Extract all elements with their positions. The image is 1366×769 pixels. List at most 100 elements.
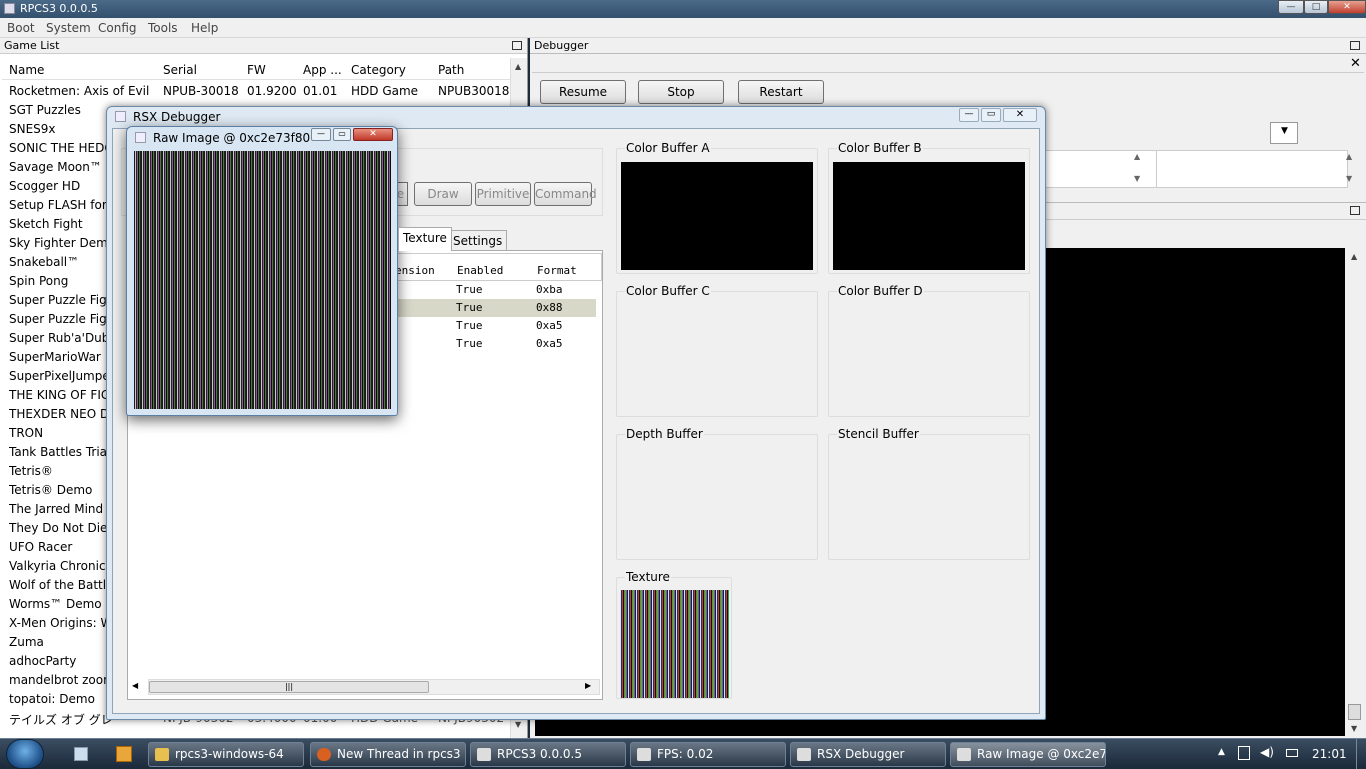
maximize-icon[interactable]: □: [1304, 0, 1328, 14]
column-fw[interactable]: FW: [247, 63, 266, 77]
list-item[interactable]: They Do Not Die 2: [9, 521, 113, 540]
texture-preview[interactable]: [620, 590, 729, 698]
close-icon[interactable]: ✕: [1328, 0, 1366, 14]
scroll-down-icon[interactable]: ▼: [1351, 724, 1357, 733]
menu-tools[interactable]: Tools: [148, 21, 178, 35]
list-item[interactable]: Wolf of the Battlefield: [9, 578, 113, 597]
list-item[interactable]: SuperPixelJumper: [9, 369, 113, 388]
list-item[interactable]: Savage Moon™: [9, 160, 113, 179]
scroll-up-icon[interactable]: ▲: [1134, 152, 1140, 161]
column-name[interactable]: Name: [9, 63, 44, 77]
scroll-right-icon[interactable]: ▶: [585, 681, 591, 690]
log-scrollbar[interactable]: ▲ ▼: [1346, 250, 1364, 736]
media-player-icon[interactable]: [116, 746, 132, 762]
list-item[interactable]: UFO Racer: [9, 540, 113, 559]
text-area[interactable]: [1156, 150, 1348, 188]
volume-icon[interactable]: ◀): [1260, 745, 1274, 759]
list-item[interactable]: Sketch Fight: [9, 217, 113, 236]
text-area[interactable]: [1040, 150, 1158, 188]
list-item[interactable]: Tetris® Demo: [9, 483, 113, 502]
stop-button[interactable]: Stop: [638, 80, 724, 104]
restart-button[interactable]: Restart: [738, 80, 824, 104]
color-buffer-b-view[interactable]: [833, 162, 1025, 270]
table-row[interactable]: True 0xa5: [450, 337, 590, 353]
network-icon[interactable]: [1286, 749, 1298, 757]
list-item[interactable]: Tetris®: [9, 464, 113, 483]
show-desktop-button[interactable]: [1356, 739, 1366, 769]
list-item[interactable]: The Jarred Mind 3: [9, 502, 113, 521]
column-app[interactable]: App ...: [303, 63, 342, 77]
resume-button[interactable]: Resume: [540, 80, 626, 104]
menu-boot[interactable]: Boot: [7, 21, 35, 35]
scroll-up-icon[interactable]: ▲: [515, 62, 521, 71]
list-item[interactable]: Zuma: [9, 635, 113, 654]
list-item[interactable]: Scogger HD: [9, 179, 113, 198]
scroll-thumb[interactable]: |||: [149, 681, 429, 693]
scroll-up-icon[interactable]: ▲: [1346, 152, 1352, 161]
list-item[interactable]: Snakeball™: [9, 255, 113, 274]
list-item[interactable]: Sky Fighter Demo: [9, 236, 113, 255]
list-item[interactable]: Tank Battles Trial Version: [9, 445, 113, 464]
dropdown[interactable]: ▼: [1270, 122, 1298, 144]
list-item[interactable]: Super Puzzle Fighter: [9, 293, 113, 312]
maximize-icon[interactable]: ▭: [981, 108, 1001, 122]
table-row[interactable]: Rocketmen: Axis of Evil NPUB-30018 01.92…: [9, 84, 509, 103]
minimize-icon[interactable]: —: [311, 128, 331, 141]
list-item[interactable]: Super Rub'a'Dub™: [9, 331, 113, 350]
primitive-button[interactable]: Primitive: [475, 182, 531, 206]
table-row[interactable]: True 0x88: [450, 301, 590, 317]
scroll-down-icon[interactable]: ▼: [1134, 174, 1140, 183]
list-item[interactable]: Worms™ Demo: [9, 597, 113, 616]
scroll-down-icon[interactable]: ▼: [515, 720, 521, 729]
tray-expand-icon[interactable]: ▲: [1218, 747, 1225, 757]
column-serial[interactable]: Serial: [163, 63, 197, 77]
taskbar-item-folder[interactable]: rpcs3-windows-64: [148, 742, 304, 767]
undock-icon[interactable]: [512, 41, 522, 50]
draw-button[interactable]: Draw: [414, 182, 472, 206]
column-category[interactable]: Category: [351, 63, 406, 77]
list-item[interactable]: Setup FLASH for OpenGL: [9, 198, 113, 217]
horizontal-scrollbar[interactable]: ||| ▶: [148, 679, 600, 695]
list-item[interactable]: SuperMarioWar: [9, 350, 113, 369]
taskbar-item-browser[interactable]: New Thread in rpcs3 ...: [310, 742, 466, 767]
start-button[interactable]: [6, 739, 44, 769]
close-icon[interactable]: ✕: [353, 128, 393, 141]
scroll-up-icon[interactable]: ▲: [1351, 252, 1357, 261]
list-item[interactable]: X-Men Origins: Wolverine: [9, 616, 113, 635]
tab-settings[interactable]: Settings: [448, 230, 508, 252]
list-item[interactable]: Spin Pong: [9, 274, 113, 293]
maximize-icon[interactable]: ▭: [333, 128, 351, 141]
show-desktop-icon[interactable]: [74, 747, 88, 761]
table-row[interactable]: True 0xba: [450, 283, 590, 299]
list-item[interactable]: Super Puzzle Fighter: [9, 312, 113, 331]
list-item[interactable]: SGT Puzzles: [9, 103, 103, 122]
list-item[interactable]: SONIC THE HEDGEHOG: [9, 141, 113, 160]
scroll-down-icon[interactable]: ▼: [1346, 174, 1352, 183]
column-path[interactable]: Path: [438, 63, 464, 77]
tab-texture[interactable]: Texture: [398, 227, 452, 251]
list-item[interactable]: Valkyria Chronicles: [9, 559, 113, 578]
taskbar-item-rsx-debugger[interactable]: RSX Debugger: [790, 742, 946, 767]
taskbar-item-rpcs3[interactable]: RPCS3 0.0.0.5: [470, 742, 626, 767]
color-buffer-a-view[interactable]: [621, 162, 813, 270]
scroll-thumb[interactable]: [1348, 704, 1361, 720]
list-item[interactable]: topatoi: Demo: [9, 692, 113, 711]
close-icon[interactable]: ✕: [1003, 108, 1037, 122]
list-item[interactable]: SNES9x: [9, 122, 103, 141]
menu-system[interactable]: System: [46, 21, 91, 35]
list-item[interactable]: adhocParty: [9, 654, 113, 673]
undock-icon[interactable]: [1350, 206, 1360, 215]
table-row[interactable]: True 0xa5: [450, 319, 590, 335]
scroll-left-icon[interactable]: ◀: [132, 681, 138, 690]
menu-config[interactable]: Config: [98, 21, 137, 35]
taskbar-item-raw-image[interactable]: Raw Image @ 0xc2e7...: [950, 742, 1106, 767]
list-item[interactable]: THE KING OF FIGHTERS: [9, 388, 113, 407]
raw-image-view[interactable]: [134, 151, 391, 409]
command-button[interactable]: Command: [534, 182, 597, 206]
taskbar-item-fps[interactable]: FPS: 0.02: [630, 742, 786, 767]
list-item[interactable]: mandelbrot zoom: [9, 673, 113, 692]
minimize-icon[interactable]: —: [1278, 0, 1304, 14]
list-item[interactable]: TRON: [9, 426, 113, 445]
undock-icon[interactable]: [1350, 41, 1360, 50]
menu-help[interactable]: Help: [191, 21, 218, 35]
